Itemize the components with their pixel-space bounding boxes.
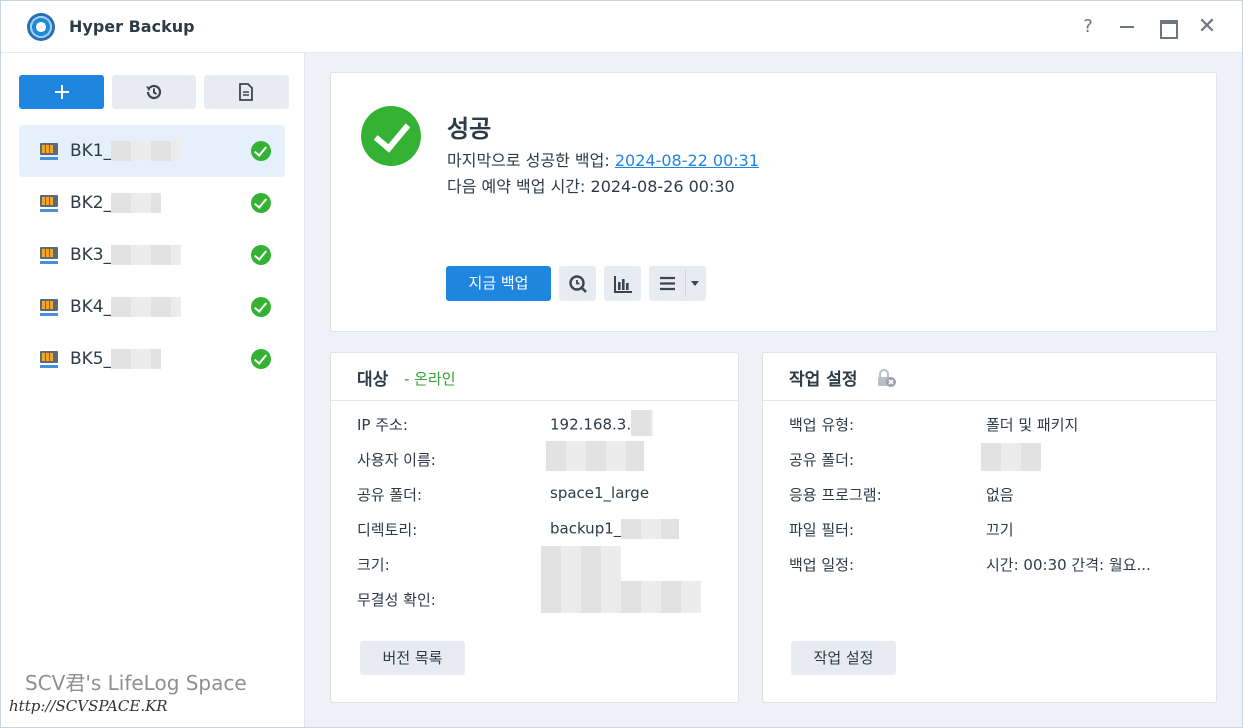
next-backup-value: 2024-08-26 00:30 (590, 177, 735, 196)
task-name: BK3_ (70, 245, 113, 265)
watermark-text: SCV君's LifeLog Space (25, 671, 247, 695)
nas-icon (40, 247, 58, 264)
backup-task-list: BK1_ BK2_ BK3_ BK4_ BK5_ (19, 125, 285, 385)
target-online-status: - 온라인 (404, 370, 456, 388)
ip-value: 192.168.3. (550, 410, 654, 436)
task-item[interactable]: BK5_ (19, 333, 285, 385)
task-item[interactable]: BK2_ (19, 177, 285, 229)
nas-icon (40, 195, 58, 212)
directory-text: backup1_ (550, 519, 622, 538)
redacted-integrity (541, 581, 701, 613)
version-list-button[interactable]: 버전 목록 (360, 641, 465, 675)
last-success-line: 마지막으로 성공한 백업: 2024-08-22 00:31 (447, 147, 759, 171)
schedule-value: 시간: 00:30 간격: 월요... (986, 556, 1151, 574)
task-item[interactable]: BK3_ (19, 229, 285, 281)
hyper-backup-window: Hyper Backup ? ✕ BK1_ BK2_ BK3_ BK4_ BK5… (0, 0, 1243, 728)
target-title: 대상 (357, 370, 389, 390)
redacted-name (111, 245, 181, 265)
check-icon (251, 349, 271, 369)
shared-folder-value: space1_large (550, 484, 650, 502)
watermark-url: http://SCVSPACE.KR (9, 697, 168, 715)
file-filter-label: 파일 필터: (789, 521, 855, 539)
redacted-size (541, 546, 621, 584)
stats-icon (614, 276, 632, 293)
task-settings-button[interactable]: 작업 설정 (791, 641, 896, 675)
task-settings-card: 작업 설정 백업 유형: 폴더 및 패키지 공유 폴더: 응용 프로그램: 없음… (762, 352, 1217, 703)
redacted-name (111, 297, 181, 317)
redacted-username (546, 441, 644, 471)
log-button[interactable] (204, 75, 289, 109)
last-success-label: 마지막으로 성공한 백업: (447, 151, 610, 170)
check-icon (251, 193, 271, 213)
settings-title: 작업 설정 (789, 370, 858, 390)
maximize-button[interactable] (1155, 15, 1179, 39)
redacted-name (111, 349, 161, 369)
hyper-backup-app-icon (27, 13, 55, 41)
check-icon (251, 141, 271, 161)
settings-card-header: 작업 설정 (763, 353, 1216, 401)
redacted-directory (621, 519, 680, 539)
file-filter-value: 끄기 (986, 521, 1014, 539)
history-icon (146, 84, 162, 100)
title-bar: Hyper Backup ? ✕ (1, 1, 1242, 53)
ip-label: IP 주소: (357, 416, 408, 434)
status-card: 성공 마지막으로 성공한 백업: 2024-08-22 00:31 다음 예약 … (330, 72, 1217, 332)
check-icon (251, 245, 271, 265)
task-name: BK2_ (70, 193, 113, 213)
directory-label: 디렉토리: (357, 521, 418, 539)
backup-now-button[interactable]: 지금 백업 (446, 266, 551, 301)
task-item[interactable]: BK4_ (19, 281, 285, 333)
username-label: 사용자 이름: (357, 451, 436, 469)
menu-icon (660, 276, 675, 291)
last-success-link[interactable]: 2024-08-22 00:31 (615, 151, 759, 170)
settings-shared-folder-label: 공유 폴더: (789, 451, 855, 469)
backup-type-value: 폴더 및 패키지 (986, 416, 1079, 434)
chevron-down-icon (691, 281, 699, 286)
task-name: BK5_ (70, 349, 113, 369)
statistics-button[interactable] (604, 266, 641, 301)
applications-label: 응용 프로그램: (789, 486, 882, 504)
nas-icon (40, 351, 58, 368)
applications-value: 없음 (986, 486, 1014, 504)
backup-type-label: 백업 유형: (789, 416, 855, 434)
close-button[interactable]: ✕ (1195, 15, 1219, 39)
success-check-icon (361, 106, 421, 166)
log-icon (239, 83, 253, 101)
more-actions-button[interactable] (649, 266, 706, 301)
next-backup-line: 다음 예약 백업 시간: 2024-08-26 00:30 (447, 173, 735, 197)
sidebar: BK1_ BK2_ BK3_ BK4_ BK5_ SCV君's LifeLog … (1, 53, 305, 727)
main-panel: 성공 마지막으로 성공한 백업: 2024-08-22 00:31 다음 예약 … (305, 53, 1242, 727)
next-backup-label: 다음 예약 백업 시간: (447, 177, 586, 196)
app-title: Hyper Backup (69, 17, 195, 36)
create-task-button[interactable] (19, 75, 104, 109)
target-card: 대상 - 온라인 IP 주소: 192.168.3. 사용자 이름: 공유 폴더… (330, 352, 739, 703)
redacted-name (111, 141, 181, 161)
search-icon (569, 275, 587, 293)
help-button[interactable]: ? (1076, 15, 1100, 39)
nas-icon (40, 143, 58, 160)
shared-folder-label: 공유 폴더: (357, 486, 423, 504)
ip-text: 192.168.3. (550, 415, 632, 434)
redacted-name (111, 193, 161, 213)
task-name: BK4_ (70, 297, 113, 317)
redacted-shared-folder (981, 443, 1041, 471)
nas-icon (40, 299, 58, 316)
integrity-check-button[interactable] (559, 266, 596, 301)
redacted-ip (631, 410, 654, 436)
integrity-label: 무결성 확인: (357, 591, 436, 609)
minimize-button[interactable] (1115, 15, 1139, 39)
check-icon (251, 297, 271, 317)
target-card-header: 대상 - 온라인 (331, 353, 738, 401)
task-name: BK1_ (70, 141, 113, 161)
directory-value: backup1_ (550, 519, 680, 539)
restore-button[interactable] (112, 75, 196, 109)
schedule-label: 백업 일정: (789, 556, 855, 574)
lock-icon (878, 369, 896, 387)
task-item[interactable]: BK1_ (19, 125, 285, 177)
separator (685, 270, 686, 297)
size-label: 크기: (357, 556, 390, 574)
status-title: 성공 (447, 115, 492, 143)
